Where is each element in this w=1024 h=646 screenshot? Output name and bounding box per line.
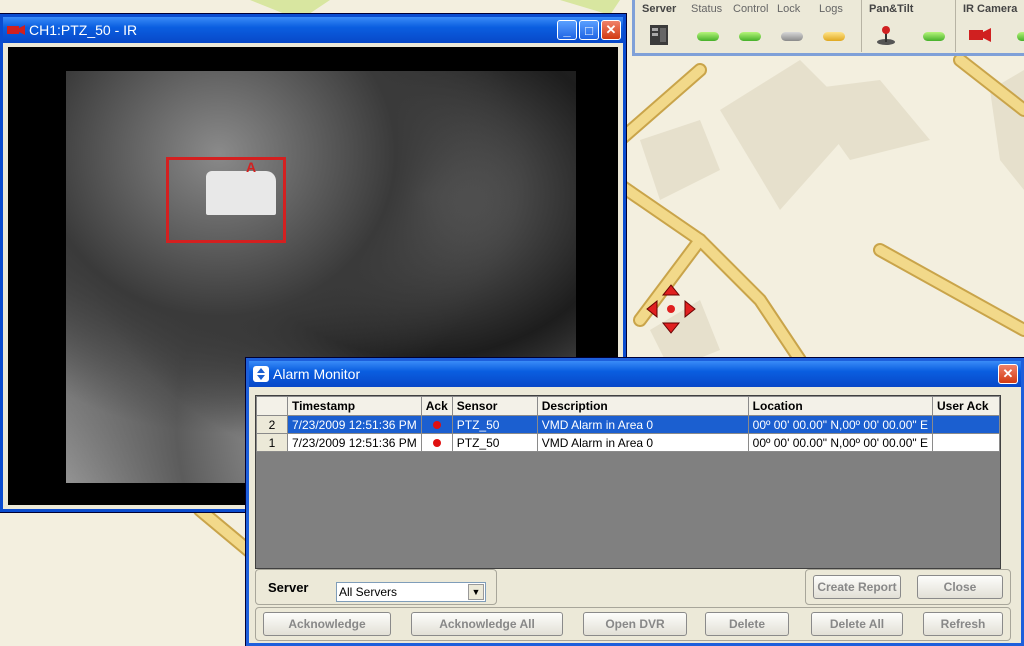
- video-window-titlebar[interactable]: CH1:PTZ_50 - IR _ □ ✕: [3, 17, 623, 43]
- pantilt-group: Pan&Tilt: [863, 0, 956, 52]
- column-header-sensor[interactable]: Sensor: [451, 396, 538, 416]
- lock-indicator: [781, 32, 803, 41]
- server-header: Server: [642, 3, 677, 15]
- alarm-close-x-button[interactable]: ✕: [998, 364, 1018, 384]
- server-dropdown-value: All Servers: [339, 585, 398, 599]
- camera-marker-icon[interactable]: [645, 283, 697, 335]
- cell-location: 00º 00' 00.00" N,00º 00' 00.00" E: [747, 433, 934, 452]
- pantilt-header: Pan&Tilt: [869, 3, 914, 15]
- detection-box: [166, 157, 286, 243]
- column-header-user-ack[interactable]: User Ack: [932, 396, 1000, 416]
- server-dropdown[interactable]: All Servers ▼: [336, 582, 486, 602]
- table-row[interactable]: 1 7/23/2009 12:51:36 PM PTZ_50 VMD Alarm…: [256, 433, 1000, 452]
- cell-sensor: PTZ_50: [451, 433, 538, 452]
- alarm-monitor-window[interactable]: Alarm Monitor ✕ Timestamp Ack Sensor Des…: [246, 358, 1024, 646]
- delete-button[interactable]: Delete: [705, 612, 789, 636]
- table-row[interactable]: 2 7/23/2009 12:51:36 PM PTZ_50 VMD Alarm…: [256, 415, 1000, 434]
- alarm-monitor-icon: [253, 366, 269, 382]
- cell-user-ack: [932, 415, 1000, 434]
- alarm-table[interactable]: Timestamp Ack Sensor Description Locatio…: [255, 395, 1001, 569]
- delete-all-button[interactable]: Delete All: [811, 612, 903, 636]
- control-indicator: [739, 32, 761, 41]
- acknowledge-button[interactable]: Acknowledge: [263, 612, 391, 636]
- lock-header: Lock: [777, 3, 801, 15]
- minimize-button[interactable]: _: [557, 20, 577, 40]
- open-dvr-button[interactable]: Open DVR: [583, 612, 687, 636]
- column-header-timestamp[interactable]: Timestamp: [286, 396, 422, 416]
- cell-sensor: PTZ_50: [451, 415, 538, 434]
- server-group: Server Status Control Lock Logs: [635, 0, 862, 52]
- row-number: 1: [256, 433, 288, 452]
- cell-description: VMD Alarm in Area 0: [536, 415, 749, 434]
- maximize-button[interactable]: □: [579, 20, 599, 40]
- ircamera-group: IR Camera: [957, 0, 1024, 52]
- alarm-monitor-titlebar[interactable]: Alarm Monitor ✕: [249, 361, 1021, 387]
- cell-timestamp: 7/23/2009 12:51:36 PM: [286, 415, 422, 434]
- close-button[interactable]: Close: [917, 575, 1003, 599]
- ircamera-header: IR Camera: [963, 3, 1018, 15]
- column-header-location[interactable]: Location: [747, 396, 934, 416]
- detection-label: A: [246, 159, 257, 175]
- pantilt-indicator: [923, 32, 945, 41]
- ir-camera-icon[interactable]: [969, 28, 991, 42]
- video-window-title: CH1:PTZ_50 - IR: [29, 22, 138, 38]
- alarm-monitor-title: Alarm Monitor: [273, 366, 361, 382]
- close-button[interactable]: ✕: [601, 20, 621, 40]
- cell-timestamp: 7/23/2009 12:51:36 PM: [286, 433, 422, 452]
- status-header: Status: [691, 3, 723, 15]
- ack-indicator-icon: [432, 438, 441, 447]
- cell-ack[interactable]: [420, 415, 453, 434]
- cell-location: 00º 00' 00.00" N,00º 00' 00.00" E: [747, 415, 934, 434]
- logs-header: Logs: [819, 3, 843, 15]
- control-header: Control: [733, 3, 769, 15]
- cell-description: VMD Alarm in Area 0: [536, 433, 749, 452]
- refresh-button[interactable]: Refresh: [923, 612, 1003, 636]
- row-number: 2: [256, 415, 288, 434]
- camera-icon: [7, 25, 25, 35]
- server-filter-label: Server: [268, 580, 309, 595]
- cell-ack[interactable]: [420, 433, 453, 452]
- ack-indicator-icon: [432, 420, 441, 429]
- acknowledge-all-button[interactable]: Acknowledge All: [411, 612, 563, 636]
- column-header-ack[interactable]: Ack: [420, 396, 453, 416]
- server-icon[interactable]: [649, 24, 669, 46]
- column-header-description[interactable]: Description: [536, 396, 749, 416]
- device-status-panel: Server Status Control Lock Logs Pan&Tilt…: [632, 0, 1024, 56]
- cell-user-ack: [932, 433, 1000, 452]
- create-report-button[interactable]: Create Report: [813, 575, 901, 599]
- ircamera-indicator: [1017, 32, 1024, 41]
- chevron-down-icon[interactable]: ▼: [468, 584, 484, 600]
- logs-indicator: [823, 32, 845, 41]
- joystick-icon[interactable]: [875, 24, 897, 46]
- status-indicator: [697, 32, 719, 41]
- server-filter-group: Server All Servers ▼: [255, 569, 497, 605]
- column-header-rownum: [256, 396, 288, 416]
